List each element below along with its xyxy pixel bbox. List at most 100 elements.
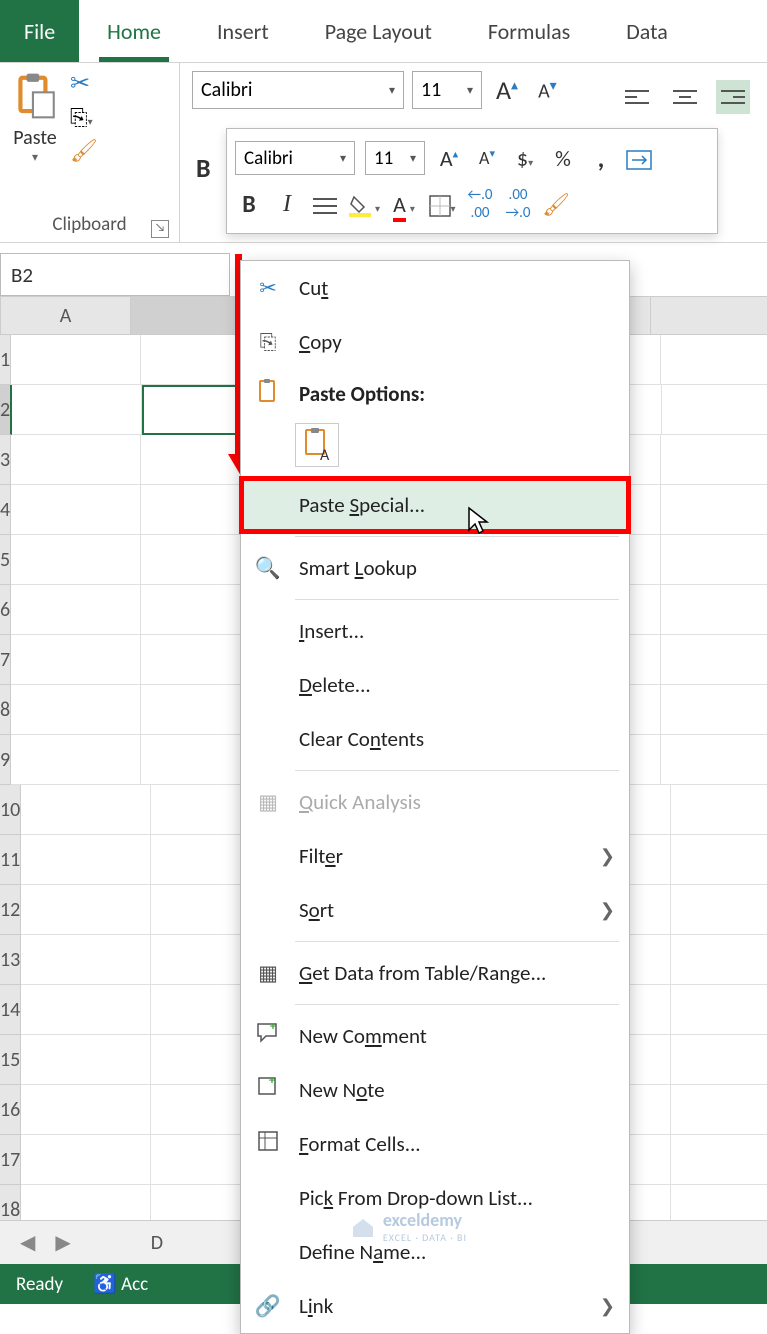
row-header[interactable]: 2: [0, 385, 12, 435]
align-left-icon[interactable]: [620, 80, 654, 114]
ctx-link[interactable]: 🔗 Link ❯: [241, 1279, 629, 1333]
mini-percent-icon[interactable]: %: [549, 145, 577, 172]
name-box[interactable]: B2: [0, 253, 230, 296]
ctx-cut[interactable]: ✂ Cut: [241, 261, 629, 315]
sheet-nav-next-icon[interactable]: ▶: [55, 1230, 70, 1255]
mini-font-name[interactable]: Calibri▾: [235, 141, 355, 175]
row-header[interactable]: 7: [0, 635, 11, 685]
cell[interactable]: [11, 635, 141, 685]
tab-data[interactable]: Data: [598, 0, 696, 62]
paste-button[interactable]: Paste ▾: [10, 69, 60, 165]
ctx-filter[interactable]: Filter ❯: [241, 829, 629, 883]
col-header-F[interactable]: [651, 297, 767, 334]
increase-font-icon[interactable]: A▴: [490, 74, 524, 106]
tab-file[interactable]: File: [0, 0, 79, 62]
mini-bold-icon[interactable]: B: [235, 190, 263, 219]
mini-align-icon[interactable]: [311, 191, 339, 218]
status-accessibility[interactable]: ♿ Acc: [93, 1272, 148, 1296]
cell[interactable]: [21, 785, 151, 835]
ctx-copy[interactable]: ⎘ Copy: [241, 315, 629, 369]
cell[interactable]: [21, 985, 151, 1035]
clipboard-launcher[interactable]: ↘: [151, 220, 169, 238]
tab-formulas[interactable]: Formulas: [460, 0, 598, 62]
cell[interactable]: [11, 535, 141, 585]
cell[interactable]: [11, 735, 141, 785]
align-right-icon[interactable]: [716, 80, 750, 114]
cell[interactable]: [671, 1085, 767, 1135]
cell[interactable]: [661, 485, 767, 535]
cell[interactable]: [671, 935, 767, 985]
mini-increase-font-icon[interactable]: A▴: [435, 145, 463, 172]
ctx-get-data[interactable]: ▦ Get Data from Table/Range...: [241, 946, 629, 1000]
row-header[interactable]: 6: [0, 585, 11, 635]
row-header[interactable]: 5: [0, 535, 11, 585]
row-header[interactable]: 9: [0, 735, 11, 785]
row-header[interactable]: 15: [0, 1035, 21, 1085]
cell[interactable]: [21, 835, 151, 885]
ctx-delete[interactable]: Delete...: [241, 658, 629, 712]
mini-comma-icon[interactable]: ,: [587, 142, 615, 174]
mini-borders-icon[interactable]: ▾: [428, 191, 456, 218]
cell[interactable]: [662, 385, 767, 435]
cut-icon[interactable]: ✂: [70, 69, 98, 98]
mini-currency-icon[interactable]: $▾: [511, 145, 539, 172]
row-header[interactable]: 12: [0, 885, 21, 935]
cell[interactable]: [11, 335, 141, 385]
mini-font-size[interactable]: 11▾: [365, 141, 425, 175]
mini-decrease-font-icon[interactable]: A▾: [473, 147, 501, 169]
tab-home[interactable]: Home: [79, 0, 189, 62]
row-header[interactable]: 8: [0, 685, 11, 735]
mini-italic-icon[interactable]: I: [273, 191, 301, 218]
cell[interactable]: [21, 935, 151, 985]
cell[interactable]: [661, 635, 767, 685]
row-header[interactable]: 16: [0, 1085, 21, 1135]
cell[interactable]: [11, 435, 141, 485]
font-size-combo[interactable]: 11▾: [412, 71, 482, 109]
cell[interactable]: [661, 335, 767, 385]
cell[interactable]: [671, 785, 767, 835]
col-header-A[interactable]: A: [1, 297, 131, 334]
mini-merge-icon[interactable]: [625, 145, 653, 172]
tab-insert[interactable]: Insert: [189, 0, 297, 62]
cell[interactable]: [661, 585, 767, 635]
cell[interactable]: [671, 1135, 767, 1185]
cell[interactable]: [21, 1085, 151, 1135]
mini-fill-color-icon[interactable]: ▾: [349, 191, 380, 218]
mini-font-color-icon[interactable]: A▾: [390, 191, 418, 218]
cell[interactable]: [21, 885, 151, 935]
ctx-insert[interactable]: Insert...: [241, 604, 629, 658]
paste-keep-text-icon[interactable]: A: [295, 423, 339, 467]
bold-button[interactable]: B: [196, 152, 211, 184]
tab-page-layout[interactable]: Page Layout: [297, 0, 460, 62]
cell[interactable]: [661, 735, 767, 785]
row-header[interactable]: 1: [0, 335, 11, 385]
row-header[interactable]: 14: [0, 985, 21, 1035]
sheet-tab[interactable]: D: [151, 1231, 163, 1255]
row-header[interactable]: 3: [0, 435, 11, 485]
cell[interactable]: [21, 1035, 151, 1085]
row-header[interactable]: 11: [0, 835, 21, 885]
cell[interactable]: [11, 485, 141, 535]
row-header[interactable]: 17: [0, 1135, 21, 1185]
mini-format-painter-icon[interactable]: 🖌: [542, 191, 570, 218]
ctx-new-note[interactable]: + New Note: [241, 1063, 629, 1117]
ctx-smart-lookup[interactable]: 🔍 Smart Lookup: [241, 541, 629, 595]
format-painter-icon[interactable]: 🖌: [70, 137, 98, 164]
cell[interactable]: [671, 885, 767, 935]
row-header[interactable]: 4: [0, 485, 11, 535]
cell[interactable]: [11, 585, 141, 635]
cell[interactable]: [671, 835, 767, 885]
row-header[interactable]: 13: [0, 935, 21, 985]
cell[interactable]: [661, 685, 767, 735]
sheet-nav-prev-icon[interactable]: ◀: [20, 1230, 35, 1255]
cell[interactable]: [21, 1135, 151, 1185]
cell[interactable]: [661, 435, 767, 485]
ctx-new-comment[interactable]: + New Comment: [241, 1009, 629, 1063]
cell[interactable]: [12, 385, 142, 435]
decrease-font-icon[interactable]: A▾: [532, 77, 563, 104]
align-center-icon[interactable]: [668, 80, 702, 114]
cell[interactable]: [671, 985, 767, 1035]
ctx-paste-special[interactable]: Paste Special...: [241, 478, 629, 532]
cell[interactable]: [671, 1035, 767, 1085]
cell[interactable]: [661, 535, 767, 585]
